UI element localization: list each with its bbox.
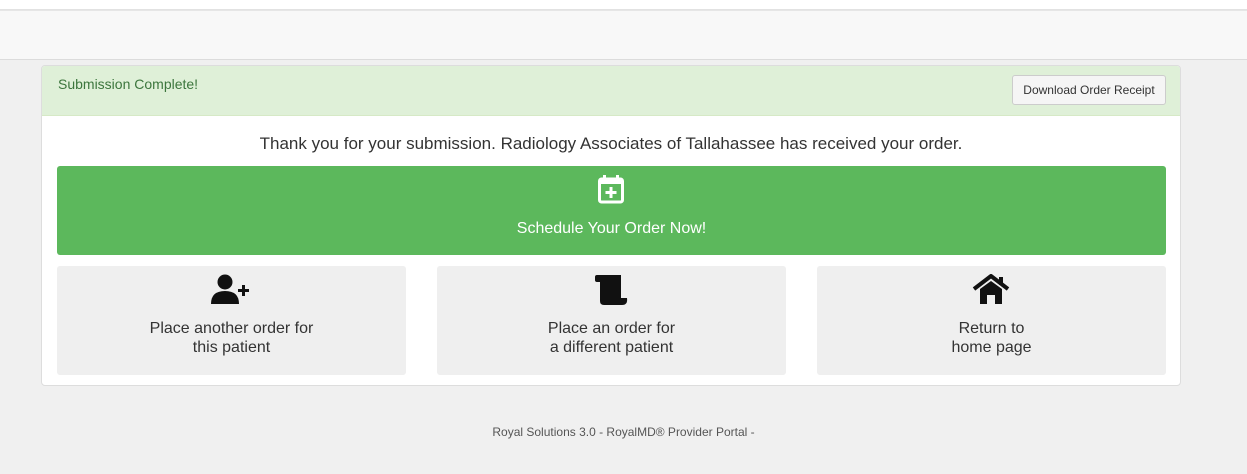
submission-panel: Submission Complete! Download Order Rece… [41,65,1181,386]
tile-label-line1: Place another order for [149,320,314,337]
tile-order-different-patient[interactable]: Place an order for a different patient [437,266,786,375]
schedule-order-button[interactable]: Schedule Your Order Now! [57,166,1166,255]
home-icon [972,274,1010,304]
top-navbar [0,10,1247,60]
tile-label: Place an order for a different patient [437,319,786,357]
top-strip [0,0,1247,10]
scroll-icon [595,275,628,305]
panel-heading: Submission Complete! Download Order Rece… [42,66,1180,116]
tile-another-order-same-patient[interactable]: Place another order for this patient [57,266,406,375]
tile-label: Return to home page [817,319,1166,357]
tile-label-line1: Return to [958,320,1025,337]
download-receipt-button[interactable]: Download Order Receipt [1012,75,1166,105]
submission-complete-title: Submission Complete! [58,76,199,92]
schedule-order-label: Schedule Your Order Now! [516,220,707,237]
tile-return-home[interactable]: Return to home page [817,266,1166,375]
tile-label-line2: this patient [192,339,271,356]
tile-label-line2: a different patient [549,339,674,356]
footer-text: Royal Solutions 3.0 - RoyalMD® Provider … [492,425,755,439]
user-plus-icon [211,274,249,304]
calendar-plus-icon [598,175,624,204]
tile-label-line2: home page [951,339,1032,356]
tile-label-line1: Place an order for [547,320,676,337]
tile-label: Place another order for this patient [57,319,406,357]
thanks-message: Thank you for your submission. Radiology… [259,134,963,153]
